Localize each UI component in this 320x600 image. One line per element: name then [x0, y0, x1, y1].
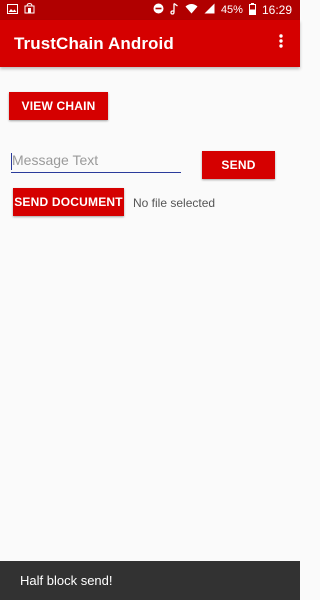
status-bar: 45% 16:29: [0, 0, 300, 20]
image-notification-icon: [7, 3, 18, 17]
nfc-icon: [170, 2, 179, 18]
app-bar: TrustChain Android: [0, 20, 300, 67]
text-cursor: [11, 153, 12, 170]
file-status-text: No file selected: [133, 196, 216, 210]
clock: 16:29: [261, 3, 292, 17]
view-chain-button[interactable]: VIEW CHAIN: [9, 92, 108, 120]
app-title: TrustChain Android: [14, 33, 174, 53]
store-notification-icon: [24, 2, 35, 17]
battery-icon: [248, 2, 256, 18]
send-button[interactable]: SEND: [202, 151, 275, 179]
snackbar: Half block send!: [0, 561, 300, 600]
wifi-icon: [185, 3, 198, 17]
send-document-button[interactable]: SEND DOCUMENT: [13, 188, 124, 216]
message-text-input[interactable]: [11, 150, 181, 173]
battery-percentage: 45%: [220, 4, 243, 16]
snackbar-message: Half block send!: [20, 573, 113, 588]
signal-icon: [204, 3, 215, 17]
status-right: 45% 16:29: [153, 2, 292, 18]
more-vert-icon: [279, 34, 283, 53]
overflow-menu-button[interactable]: [274, 34, 288, 54]
status-left: [7, 2, 35, 17]
do-not-disturb-icon: [153, 3, 164, 17]
